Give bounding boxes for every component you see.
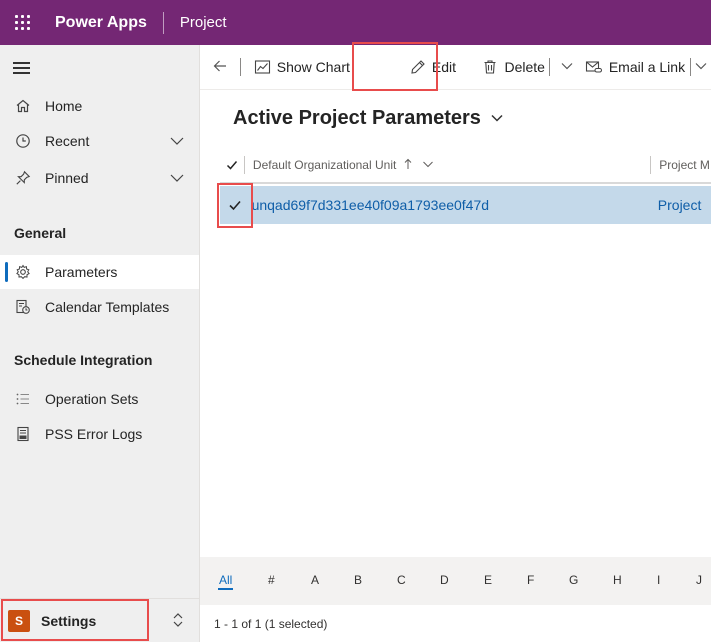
- nav-group-heading-schedule-integration: Schedule Integration: [14, 352, 153, 368]
- app-launcher-button[interactable]: [0, 0, 45, 45]
- table-row[interactable]: unqad69f7d331ee40f09a1793ee0f47d Project: [220, 186, 711, 224]
- jump-d[interactable]: D: [440, 573, 449, 587]
- jump-b[interactable]: B: [354, 573, 362, 587]
- jump-a[interactable]: A: [311, 573, 319, 587]
- main-content: Active Project Parameters Default Organi…: [200, 90, 711, 642]
- jump-i[interactable]: I: [657, 573, 660, 587]
- clock-icon: [14, 132, 32, 150]
- jump-h[interactable]: H: [613, 573, 622, 587]
- sitemap-nav: Home Recent Pinned General Parameters Ca…: [0, 45, 200, 642]
- sort-ascending-icon: [404, 158, 412, 173]
- chevron-down-icon: [694, 59, 708, 76]
- column-header-label: Default Organizational Unit: [252, 158, 397, 172]
- header-divider: [162, 11, 164, 34]
- area-switcher[interactable]: S Settings: [0, 598, 199, 642]
- pencil-icon: [410, 59, 426, 75]
- view-title: Active Project Parameters: [233, 107, 481, 129]
- hamburger-menu-icon[interactable]: [13, 62, 30, 77]
- list-icon: [14, 390, 32, 408]
- app-name[interactable]: Power Apps: [55, 14, 147, 32]
- jump-j[interactable]: J: [696, 573, 702, 587]
- jump-g[interactable]: G: [569, 573, 578, 587]
- nav-label-calendar-templates: Calendar Templates: [45, 299, 170, 315]
- nav-group-heading-general: General: [14, 225, 67, 241]
- pin-icon: [14, 169, 32, 187]
- select-all-checkbox[interactable]: [220, 147, 244, 183]
- email-link-button[interactable]: Email a Link: [585, 45, 690, 90]
- nav-item-home[interactable]: Home: [0, 89, 199, 123]
- area-label: Settings: [41, 612, 97, 629]
- grid-footer: 1 - 1 of 1 (1 selected): [200, 605, 711, 642]
- home-icon: [14, 97, 32, 115]
- jump-f[interactable]: F: [527, 573, 534, 587]
- chevron-up-down-icon[interactable]: [171, 612, 185, 631]
- chart-icon: [254, 59, 271, 75]
- nav-item-calendar-templates[interactable]: Calendar Templates: [0, 290, 199, 324]
- grid-header: Default Organizational Unit Project M: [220, 148, 711, 184]
- email-link-icon: [585, 59, 603, 75]
- delete-label: Delete: [504, 59, 545, 75]
- row-checkbox[interactable]: [220, 186, 250, 224]
- jump-hash[interactable]: #: [268, 573, 275, 587]
- nav-label-pinned: Pinned: [45, 170, 89, 186]
- chevron-down-icon[interactable]: [169, 170, 185, 189]
- nav-item-pss-error-logs[interactable]: PSS Error Logs: [0, 417, 199, 451]
- jump-all[interactable]: All: [217, 573, 234, 590]
- area-avatar: S: [8, 609, 30, 632]
- delete-more-button[interactable]: [550, 45, 585, 90]
- row-org-unit-link[interactable]: unqad69f7d331ee40f09a1793ee0f47d: [250, 197, 652, 213]
- email-link-label: Email a Link: [608, 59, 686, 75]
- back-button[interactable]: [200, 45, 240, 90]
- chevron-down-icon[interactable]: [169, 133, 185, 152]
- nav-label-home: Home: [45, 98, 83, 114]
- jump-e[interactable]: E: [484, 573, 492, 587]
- edit-button[interactable]: Edit: [392, 45, 478, 90]
- nav-item-parameters[interactable]: Parameters: [0, 255, 199, 289]
- chevron-down-icon: [490, 108, 504, 131]
- delete-button[interactable]: Delete: [477, 45, 549, 90]
- nav-label-parameters: Parameters: [45, 264, 118, 280]
- command-bar: Show Chart Edit Delete Email a Link: [200, 45, 711, 90]
- column-header-project[interactable]: Project M: [651, 158, 711, 172]
- gear-icon: [14, 263, 32, 281]
- jump-bar: All # A B C D E F G H I J: [200, 557, 711, 605]
- show-chart-button[interactable]: Show Chart: [241, 45, 392, 90]
- back-arrow-icon: [212, 58, 228, 77]
- chevron-down-icon: [560, 59, 574, 76]
- jump-c[interactable]: C: [397, 573, 406, 587]
- nav-label-operation-sets: Operation Sets: [45, 391, 139, 407]
- nav-label-recent: Recent: [45, 133, 90, 149]
- trash-icon: [482, 59, 498, 75]
- waffle-icon: [15, 15, 30, 30]
- email-more-button[interactable]: [691, 45, 711, 90]
- edit-label: Edit: [431, 59, 456, 75]
- column-header-org-unit[interactable]: Default Organizational Unit: [245, 158, 650, 173]
- chevron-down-icon: [422, 158, 434, 173]
- error-log-icon: [14, 425, 32, 443]
- nav-item-recent[interactable]: Recent: [0, 124, 199, 158]
- nav-item-pinned[interactable]: Pinned: [0, 161, 199, 195]
- nav-label-pss-error-logs: PSS Error Logs: [45, 426, 143, 442]
- nav-item-operation-sets[interactable]: Operation Sets: [0, 382, 199, 416]
- app-header: Power Apps Project: [0, 0, 711, 45]
- calendar-template-icon: [14, 298, 32, 316]
- show-chart-label: Show Chart: [276, 59, 350, 75]
- record-count: 1 - 1 of 1 (1 selected): [214, 616, 328, 631]
- view-selector[interactable]: Active Project Parameters: [233, 106, 504, 131]
- row-project-link[interactable]: Project: [652, 197, 711, 213]
- app-module-name[interactable]: Project: [180, 14, 227, 31]
